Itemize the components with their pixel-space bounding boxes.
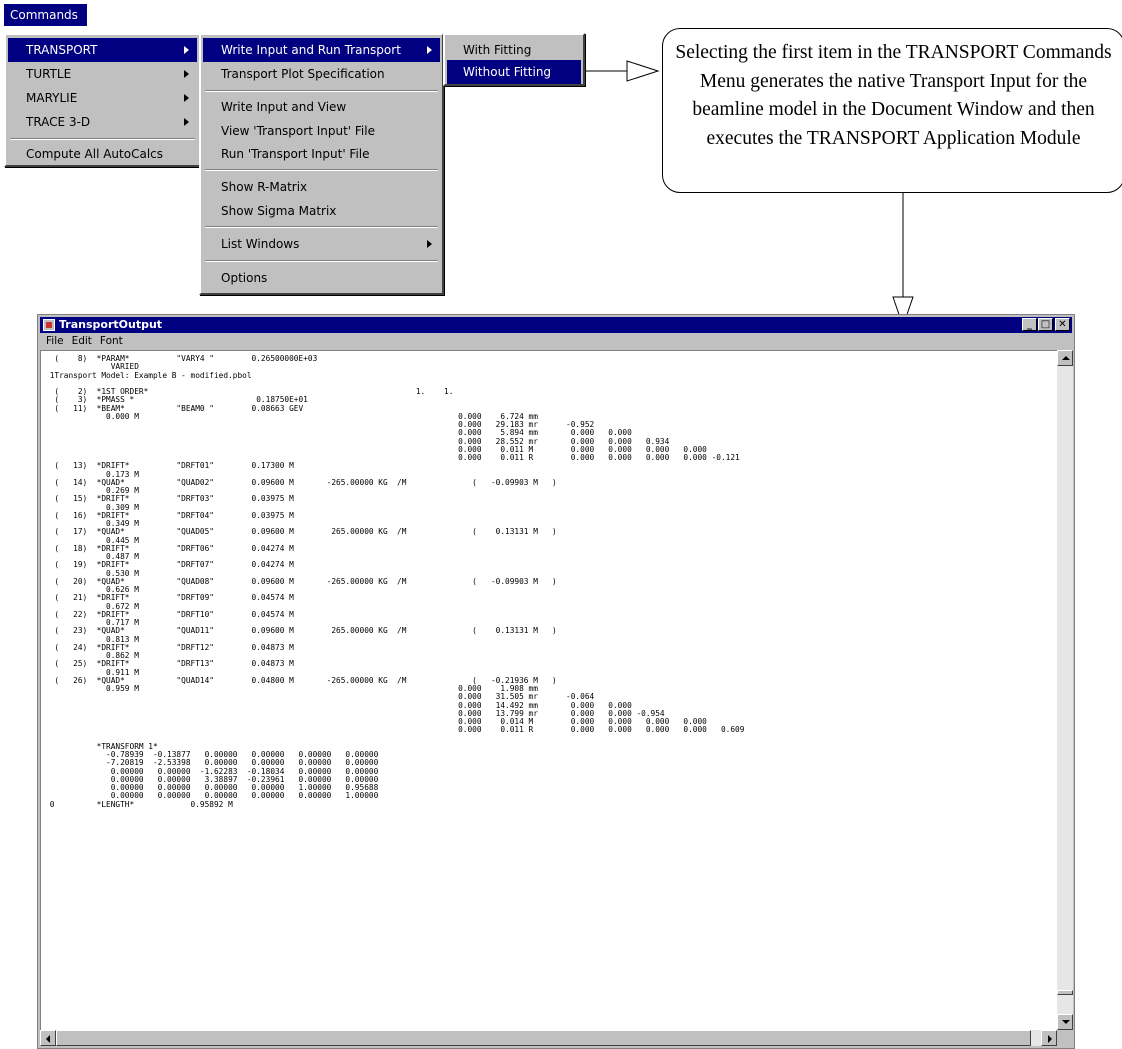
- callout-text: Selecting the first item in the TRANSPOR…: [675, 42, 1112, 149]
- output-line: ( 22) *DRIFT* "DRFT10" 0.04574 M: [45, 609, 294, 619]
- callout-box: Selecting the first item in the TRANSPOR…: [662, 28, 1122, 193]
- output-line: ( 25) *DRIFT* "DRFT13" 0.04873 M: [45, 659, 294, 669]
- vertical-scroll-thumb[interactable]: [1057, 990, 1073, 995]
- window-title: TransportOutput: [59, 318, 163, 331]
- scroll-down-button[interactable]: [1057, 1014, 1073, 1030]
- output-line: ( 21) *DRIFT* "DRFT09" 0.04574 M: [45, 593, 294, 603]
- output-line: 0 *LENGTH* 0.95892 M: [45, 799, 233, 809]
- arrow-to-window-icon: [892, 193, 914, 328]
- transport-output-window: TransportOutput _ □ ✕ File Edit Font ( 8) …: [37, 314, 1075, 1049]
- output-line: ( 24) *DRIFT* "DRFT12" 0.04873 M: [45, 642, 294, 652]
- menu-file[interactable]: File: [46, 335, 64, 347]
- maximize-icon[interactable]: □: [1038, 318, 1053, 331]
- scroll-down-icon: [1062, 1020, 1070, 1024]
- transport-output-text: ( 8) *PARAM* "VARY4 " 0.26500000E+03 VAR…: [41, 351, 1057, 809]
- output-line: ( 19) *DRIFT* "DRFT07" 0.04274 M: [45, 560, 294, 570]
- vertical-scrollbar[interactable]: [1057, 350, 1073, 1030]
- menu-font[interactable]: Font: [100, 335, 123, 347]
- output-line: ( 15) *DRIFT* "DRFT03" 0.03975 M: [45, 494, 294, 504]
- arrow-to-callout-icon: [585, 60, 660, 82]
- scroll-up-icon: [1062, 356, 1070, 360]
- scroll-right-button[interactable]: [1041, 1030, 1057, 1046]
- menu-edit[interactable]: Edit: [72, 335, 92, 347]
- scroll-up-button[interactable]: [1057, 350, 1073, 366]
- output-line: ( 8) *PARAM* "VARY4 " 0.26500000E+03: [45, 354, 318, 363]
- output-line: ( 23) *QUAD* "QUAD11" 0.09600 M 265.0000…: [45, 626, 557, 636]
- output-text-area[interactable]: ( 8) *PARAM* "VARY4 " 0.26500000E+03 VAR…: [40, 350, 1057, 1030]
- scroll-left-button[interactable]: [40, 1030, 56, 1046]
- window-titlebar[interactable]: TransportOutput _ □ ✕: [40, 317, 1072, 333]
- output-line: ( 20) *QUAD* "QUAD08" 0.09600 M -265.000…: [45, 576, 557, 586]
- horizontal-scrollbar[interactable]: [40, 1030, 1057, 1046]
- minimize-icon[interactable]: _: [1022, 318, 1037, 331]
- horizontal-scroll-thumb[interactable]: [56, 1030, 1031, 1046]
- output-line: ( 17) *QUAD* "QUAD05" 0.09600 M 265.0000…: [45, 527, 557, 537]
- output-line: ( 13) *DRIFT* "DRFT01" 0.17300 M: [45, 461, 294, 471]
- scroll-right-icon: [1048, 1035, 1052, 1043]
- output-line: 1Transport Model: Example B - modified.p…: [45, 370, 252, 380]
- close-icon[interactable]: ✕: [1055, 318, 1070, 331]
- output-line: ( 14) *QUAD* "QUAD02" 0.09600 M -265.000…: [45, 477, 557, 487]
- app-icon: [43, 319, 55, 331]
- scroll-left-icon: [46, 1035, 50, 1043]
- output-line: ( 18) *DRIFT* "DRFT06" 0.04274 M: [45, 543, 294, 553]
- window-menubar: File Edit Font: [40, 334, 1072, 349]
- output-line: 0.000 0.011 R 0.000 0.000 0.000 0.000 0.…: [45, 725, 745, 735]
- output-line: ( 16) *DRIFT* "DRFT04" 0.03975 M: [45, 510, 294, 520]
